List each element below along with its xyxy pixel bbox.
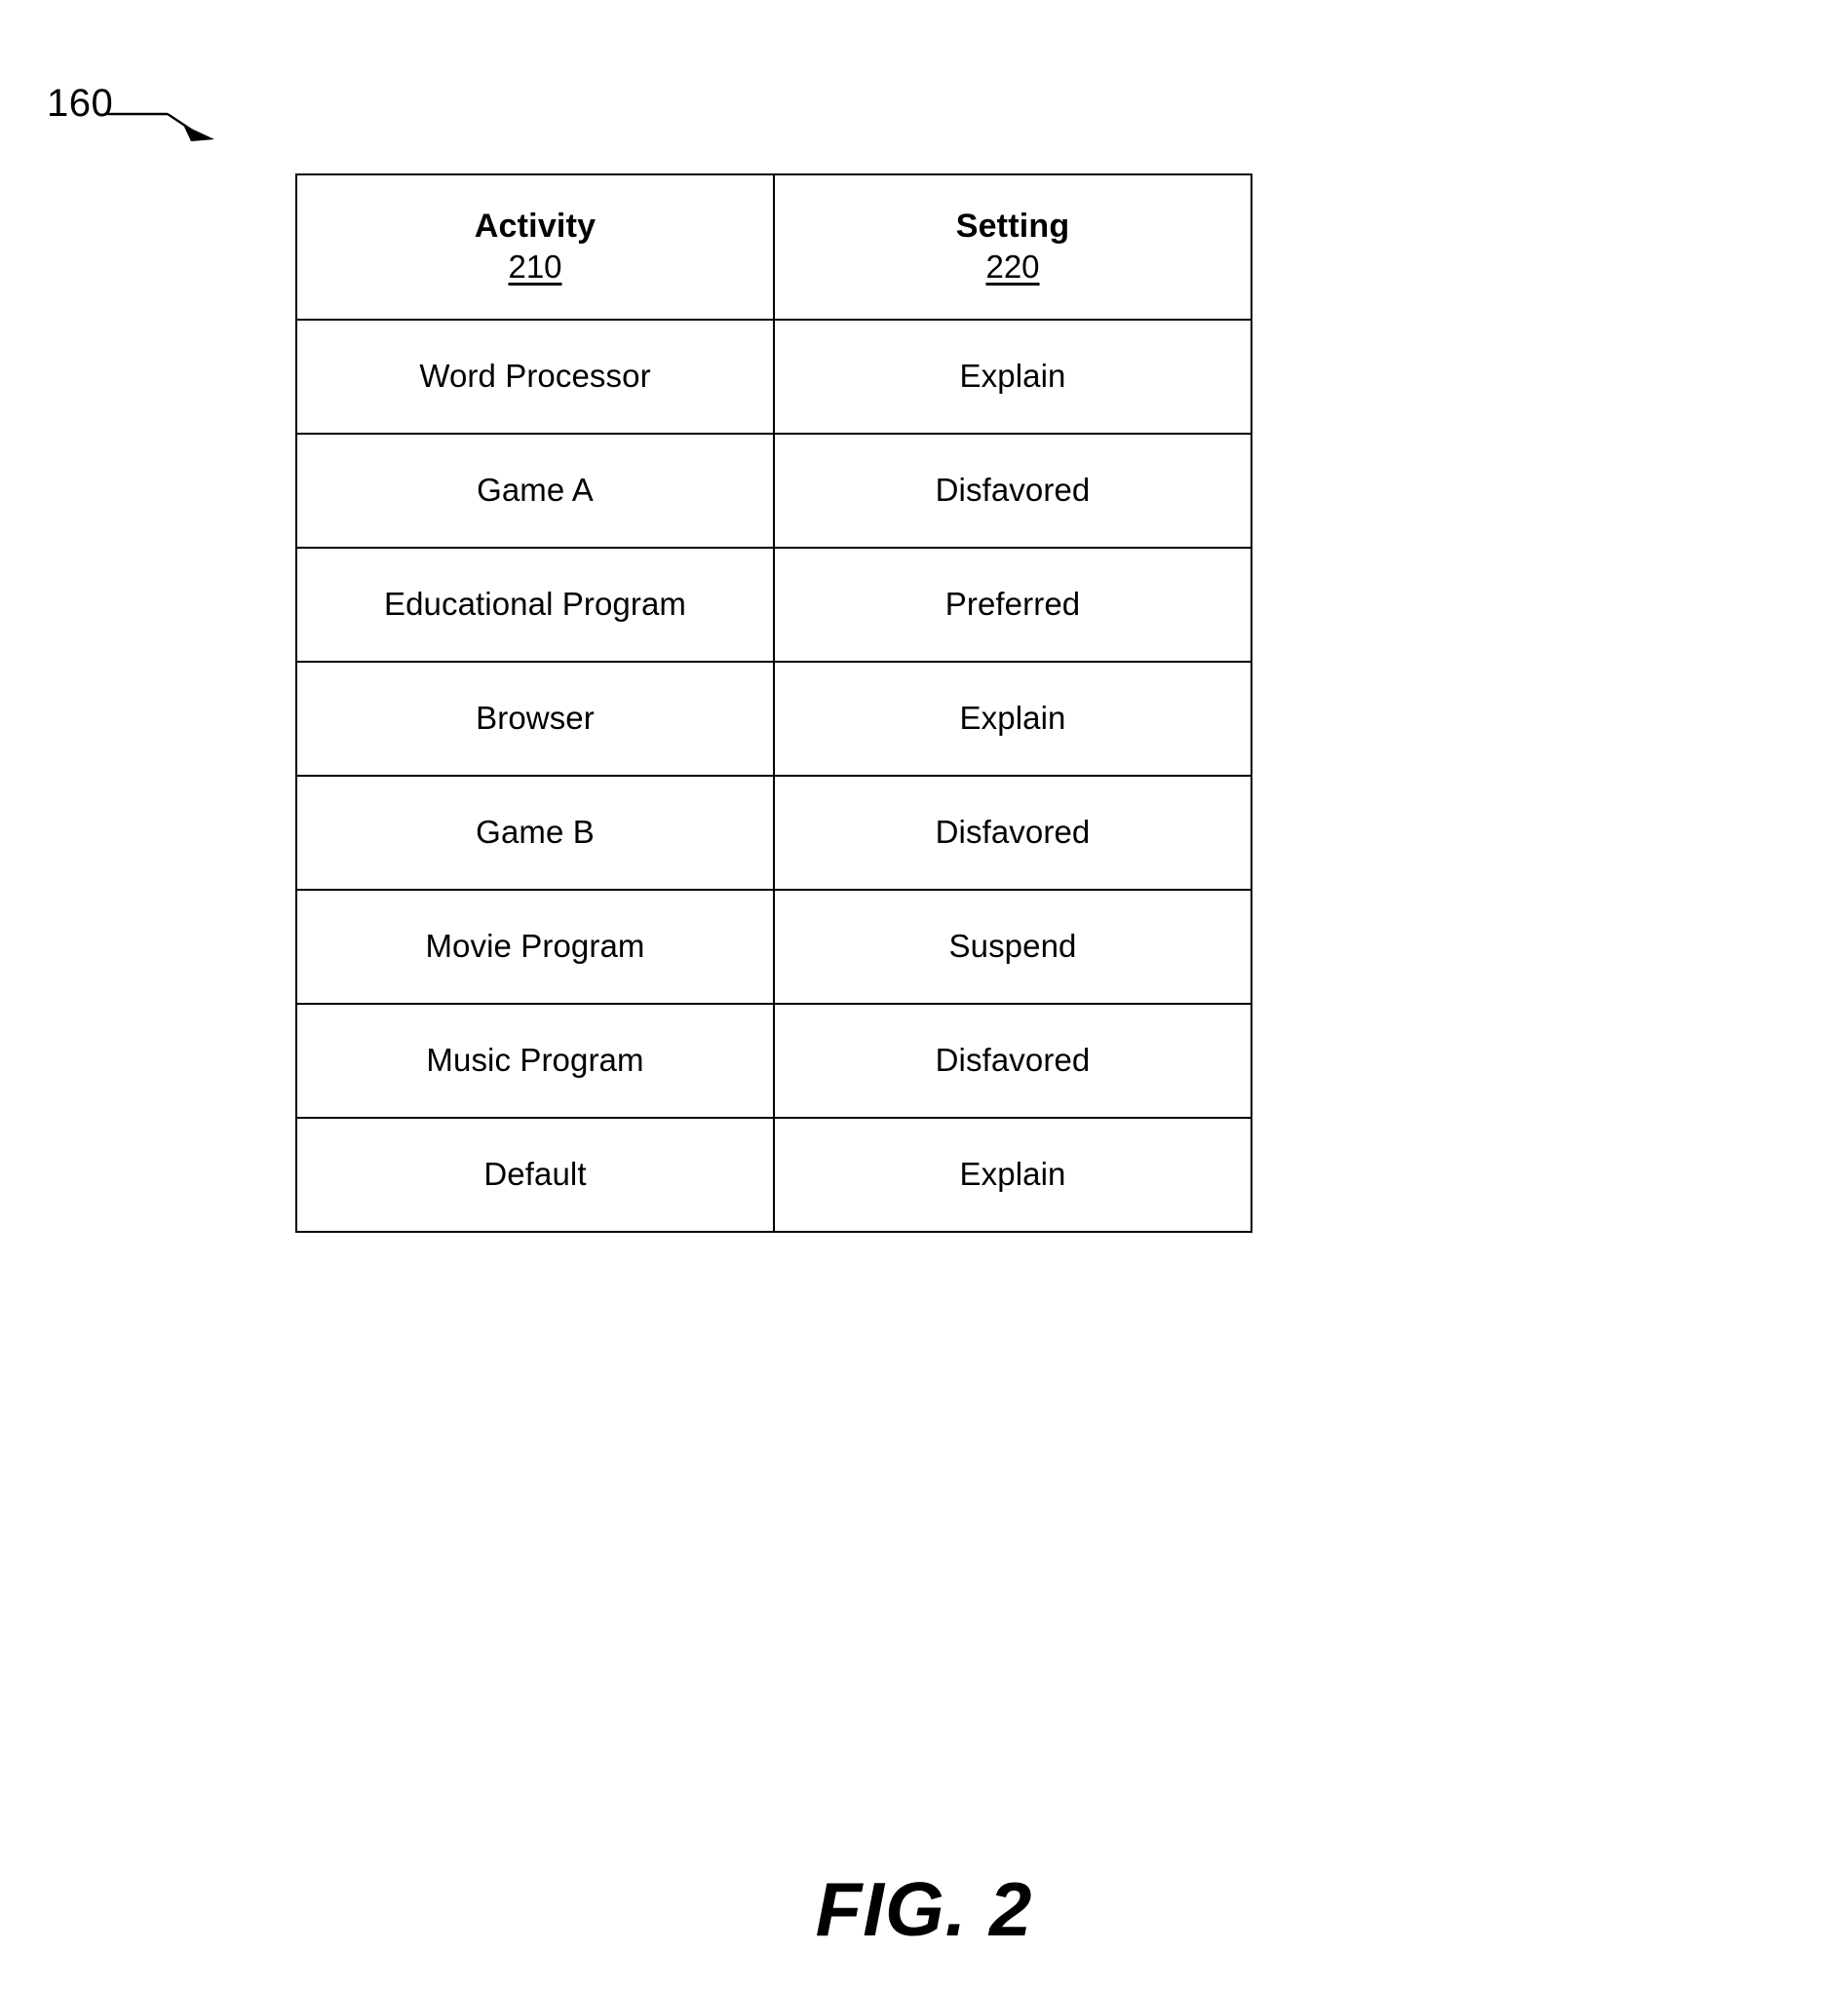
cell-activity: Music Program	[295, 1003, 775, 1119]
table-body: Word Processor Explain Game A Disfavored…	[295, 319, 1252, 1233]
setting-value: Disfavored	[935, 814, 1091, 851]
activity-value: Game A	[477, 472, 594, 509]
setting-value: Disfavored	[935, 1042, 1091, 1079]
cell-setting: Explain	[773, 661, 1252, 777]
cell-activity: Educational Program	[295, 547, 775, 663]
cell-activity: Word Processor	[295, 319, 775, 435]
column-header-activity-ref: 210	[508, 248, 562, 285]
table-row: Educational Program Preferred	[295, 547, 1252, 663]
column-header-setting-title: Setting	[955, 207, 1070, 245]
cell-setting: Explain	[773, 1117, 1252, 1233]
setting-value: Preferred	[944, 586, 1081, 623]
column-header-activity: Activity 210	[295, 173, 775, 321]
cell-setting: Disfavored	[773, 1003, 1252, 1119]
setting-value: Explain	[959, 700, 1066, 737]
activity-value: Browser	[476, 700, 595, 737]
table-row: Music Program Disfavored	[295, 1003, 1252, 1119]
activity-value: Music Program	[426, 1042, 644, 1079]
setting-value: Explain	[959, 1156, 1066, 1193]
cell-activity: Game B	[295, 775, 775, 891]
setting-value: Explain	[959, 358, 1066, 395]
table-row: Movie Program Suspend	[295, 889, 1252, 1005]
activity-value: Educational Program	[383, 586, 687, 623]
activity-value: Game B	[476, 814, 595, 851]
table-row: Default Explain	[295, 1117, 1252, 1233]
cell-setting: Suspend	[773, 889, 1252, 1005]
activity-value: Default	[483, 1156, 587, 1193]
cell-activity: Game A	[295, 433, 775, 549]
cell-setting: Preferred	[773, 547, 1252, 663]
activity-setting-table: Activity 210 Setting 220 Word Processor …	[295, 173, 1252, 1233]
column-header-setting-ref: 220	[985, 248, 1040, 285]
cell-activity: Movie Program	[295, 889, 775, 1005]
setting-value: Disfavored	[935, 472, 1091, 509]
cell-setting: Disfavored	[773, 775, 1252, 891]
table-row: Game A Disfavored	[295, 433, 1252, 549]
leader-line-arrow	[107, 112, 214, 141]
table-row: Word Processor Explain	[295, 319, 1252, 435]
setting-value: Suspend	[948, 928, 1077, 965]
cell-setting: Disfavored	[773, 433, 1252, 549]
figure-reference-numeral: 160	[47, 82, 114, 125]
cell-setting: Explain	[773, 319, 1252, 435]
cell-activity: Default	[295, 1117, 775, 1233]
column-header-activity-title: Activity	[474, 207, 597, 245]
activity-value: Movie Program	[425, 928, 645, 965]
settings-table-container: Activity 210 Setting 220 Word Processor …	[295, 173, 1252, 1233]
table-row: Browser Explain	[295, 661, 1252, 777]
table-row: Game B Disfavored	[295, 775, 1252, 891]
table-header: Activity 210 Setting 220	[295, 173, 1252, 321]
table-header-row: Activity 210 Setting 220	[295, 173, 1252, 321]
cell-activity: Browser	[295, 661, 775, 777]
activity-value: Word Processor	[419, 358, 651, 395]
figure-caption: FIG. 2	[815, 1866, 1033, 1952]
column-header-setting: Setting 220	[773, 173, 1252, 321]
